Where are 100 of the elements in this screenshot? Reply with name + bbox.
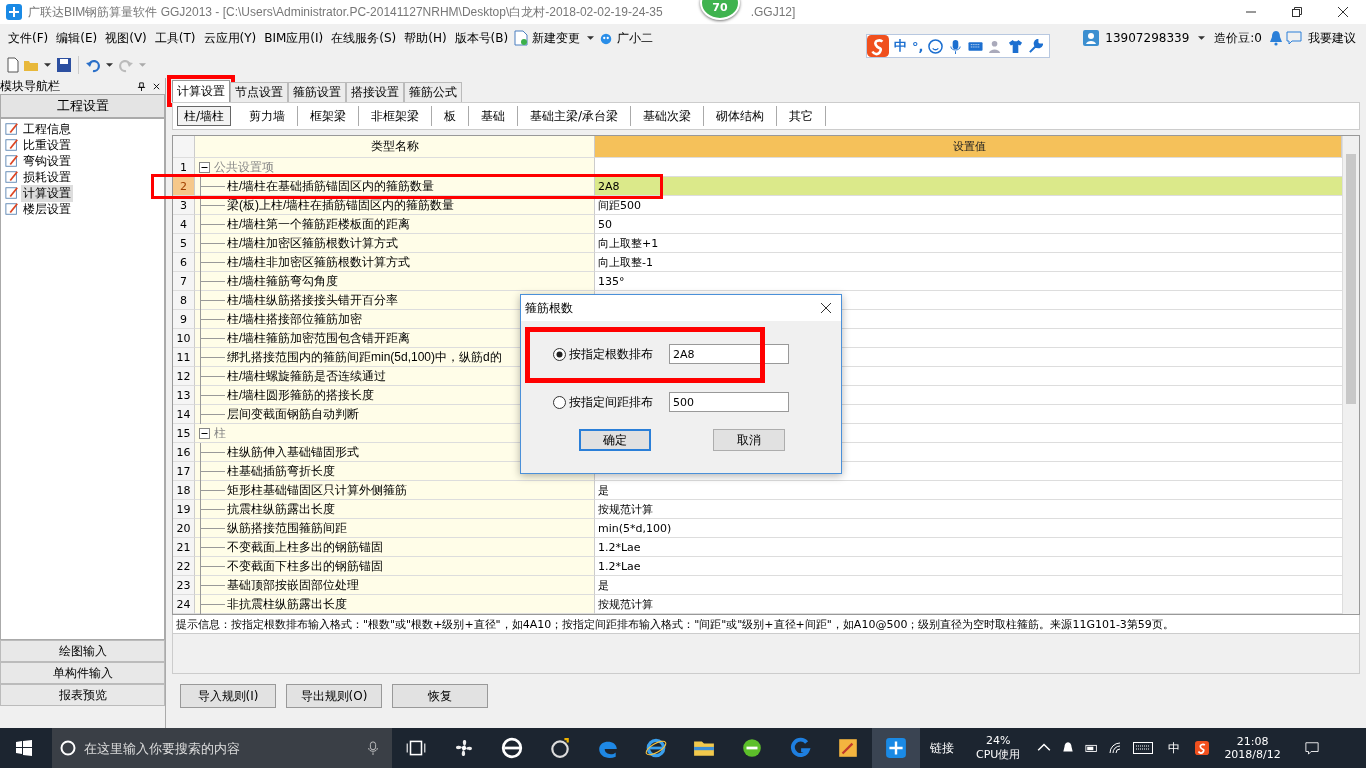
ime-logo-icon[interactable] bbox=[1195, 741, 1210, 755]
module-button[interactable]: 报表预览 bbox=[0, 684, 165, 706]
setting-value[interactable]: 1.2*Lae bbox=[595, 538, 1342, 557]
clock-date[interactable]: 2018/8/12 bbox=[1224, 748, 1281, 761]
menu-item[interactable]: 编辑(E) bbox=[52, 29, 102, 47]
tab[interactable]: 箍筋设置 bbox=[288, 82, 346, 102]
setting-value[interactable]: 按规范计算 bbox=[595, 500, 1342, 519]
shirt-icon[interactable] bbox=[1008, 38, 1024, 54]
setting-name: 梁(板)上柱/墙柱在插筋锚固区内的箍筋数量 bbox=[226, 196, 455, 214]
menu-item[interactable]: BIM应用(I) bbox=[260, 29, 328, 47]
radio-button[interactable] bbox=[553, 395, 566, 409]
section-button[interactable]: 工程设置 bbox=[0, 94, 165, 118]
setting-value[interactable]: 1.2*Lae bbox=[595, 557, 1342, 576]
radio-button[interactable] bbox=[553, 347, 566, 361]
sub-tab[interactable]: 基础主梁/承台梁 bbox=[518, 106, 632, 126]
microphone-icon[interactable] bbox=[948, 38, 964, 54]
close-icon[interactable] bbox=[152, 81, 161, 91]
caret-icon[interactable] bbox=[106, 63, 113, 67]
nav-item[interactable]: 计算设置 bbox=[21, 184, 73, 202]
row-number: 16 bbox=[173, 443, 195, 462]
sub-tab[interactable]: 板 bbox=[432, 106, 470, 126]
sub-tab[interactable]: 柱/墙柱 bbox=[177, 106, 232, 126]
caret-icon[interactable] bbox=[1198, 36, 1206, 40]
setting-name: 柱纵筋伸入基础锚固形式 bbox=[226, 443, 359, 461]
action-button[interactable]: 导出规则(O) bbox=[286, 684, 382, 708]
close-icon[interactable] bbox=[821, 303, 831, 313]
sub-tab[interactable]: 非框架梁 bbox=[359, 106, 433, 126]
setting-value[interactable]: 向上取整+1 bbox=[595, 234, 1342, 253]
clock-time[interactable]: 21:08 bbox=[1236, 735, 1269, 748]
action-button[interactable]: 恢复 bbox=[392, 684, 488, 708]
tab[interactable]: 箍筋公式 bbox=[404, 82, 462, 102]
menu-item[interactable]: 文件(F) bbox=[4, 29, 53, 47]
sub-tab[interactable]: 剪力墙 bbox=[237, 106, 299, 126]
menu-item[interactable]: 版本号(B) bbox=[450, 29, 513, 47]
pin-icon[interactable] bbox=[137, 81, 146, 91]
sub-tab[interactable]: 基础次梁 bbox=[631, 106, 705, 126]
ok-button[interactable]: 确定 bbox=[579, 429, 651, 451]
feedback-button[interactable]: 我要建议 bbox=[1304, 29, 1360, 47]
command-button[interactable]: 广小二 bbox=[613, 29, 658, 47]
scrollbar[interactable] bbox=[1342, 136, 1359, 614]
collapse-icon[interactable] bbox=[199, 161, 210, 173]
command-button[interactable]: 新建变更 bbox=[528, 29, 585, 47]
nav-item[interactable]: 楼层设置 bbox=[21, 200, 73, 218]
option-label[interactable]: 按指定根数排布 bbox=[569, 345, 653, 363]
setting-value[interactable]: 是 bbox=[595, 576, 1342, 595]
setting-value[interactable]: min(5*d,100) bbox=[595, 519, 1342, 538]
search-box[interactable]: 在这里输入你要搜索的内容 bbox=[52, 728, 392, 768]
chat-icon[interactable] bbox=[1286, 30, 1302, 46]
caret-icon[interactable] bbox=[587, 36, 595, 40]
account-button[interactable]: 13907298339 bbox=[1101, 31, 1194, 45]
menu-item[interactable]: 视图(V) bbox=[101, 29, 151, 47]
caret-icon[interactable] bbox=[44, 63, 51, 67]
keyboard-icon[interactable] bbox=[1133, 741, 1154, 755]
bell-icon[interactable] bbox=[1061, 741, 1076, 755]
menu-item[interactable]: 云应用(Y) bbox=[199, 29, 261, 47]
cancel-button[interactable]: 取消 bbox=[713, 429, 785, 451]
setting-value[interactable]: 2A8 bbox=[595, 177, 1342, 196]
setting-value[interactable]: 按规范计算 bbox=[595, 595, 1342, 614]
tab[interactable]: 搭接设置 bbox=[346, 82, 404, 102]
app-icon[interactable] bbox=[872, 728, 920, 768]
sub-tab[interactable]: 框架梁 bbox=[298, 106, 360, 126]
close-icon[interactable] bbox=[1338, 7, 1348, 17]
toolbar-label[interactable]: 链接 bbox=[930, 739, 954, 757]
undo-icon[interactable] bbox=[85, 57, 101, 73]
setting-value[interactable]: 135° bbox=[595, 272, 1342, 291]
ime-punctuation[interactable]: °, bbox=[912, 38, 924, 54]
restore-icon[interactable] bbox=[1292, 7, 1302, 17]
option-label[interactable]: 按指定间距排布 bbox=[569, 393, 653, 411]
microphone-icon[interactable] bbox=[366, 740, 380, 756]
sub-tab[interactable]: 基础 bbox=[469, 106, 519, 126]
input-field[interactable]: 2A8 bbox=[669, 344, 789, 364]
setting-value[interactable]: 是 bbox=[595, 481, 1342, 500]
menu-item[interactable]: 帮助(H) bbox=[400, 29, 451, 47]
collapse-icon[interactable] bbox=[199, 427, 210, 439]
setting-value[interactable]: 间距500 bbox=[595, 196, 1342, 215]
sub-tab[interactable]: 砌体结构 bbox=[704, 106, 778, 126]
score-badge: 70 bbox=[700, 0, 740, 20]
nav-item[interactable]: 损耗设置 bbox=[21, 168, 73, 186]
module-button[interactable]: 绘图输入 bbox=[0, 640, 165, 662]
menu-item[interactable]: 在线服务(S) bbox=[327, 29, 401, 47]
setting-value[interactable]: 向上取整-1 bbox=[595, 253, 1342, 272]
notification-icon[interactable] bbox=[1304, 741, 1319, 755]
nav-item[interactable]: 工程信息 bbox=[21, 120, 73, 138]
nav-item[interactable]: 弯钩设置 bbox=[21, 152, 73, 170]
save-icon[interactable] bbox=[56, 57, 72, 73]
sub-tab[interactable]: 其它 bbox=[777, 106, 827, 126]
windows-icon[interactable] bbox=[16, 740, 32, 756]
menu-item[interactable]: 工具(T) bbox=[150, 29, 200, 47]
ime-mode[interactable]: 中 bbox=[894, 37, 907, 55]
smiley-icon[interactable] bbox=[928, 38, 944, 54]
action-button[interactable]: 导入规则(I) bbox=[180, 684, 276, 708]
input-field[interactable]: 500 bbox=[669, 392, 789, 412]
module-button[interactable]: 单构件输入 bbox=[0, 662, 165, 684]
setting-value[interactable]: 50 bbox=[595, 215, 1342, 234]
wrench-icon[interactable] bbox=[1028, 38, 1044, 54]
search-field[interactable]: 在这里输入你要搜索的内容 bbox=[82, 739, 366, 757]
tab[interactable]: 节点设置 bbox=[230, 82, 288, 102]
new-file-icon[interactable] bbox=[5, 57, 21, 73]
ime-indicator[interactable]: 中 bbox=[1168, 739, 1181, 757]
nav-item[interactable]: 比重设置 bbox=[21, 136, 73, 154]
